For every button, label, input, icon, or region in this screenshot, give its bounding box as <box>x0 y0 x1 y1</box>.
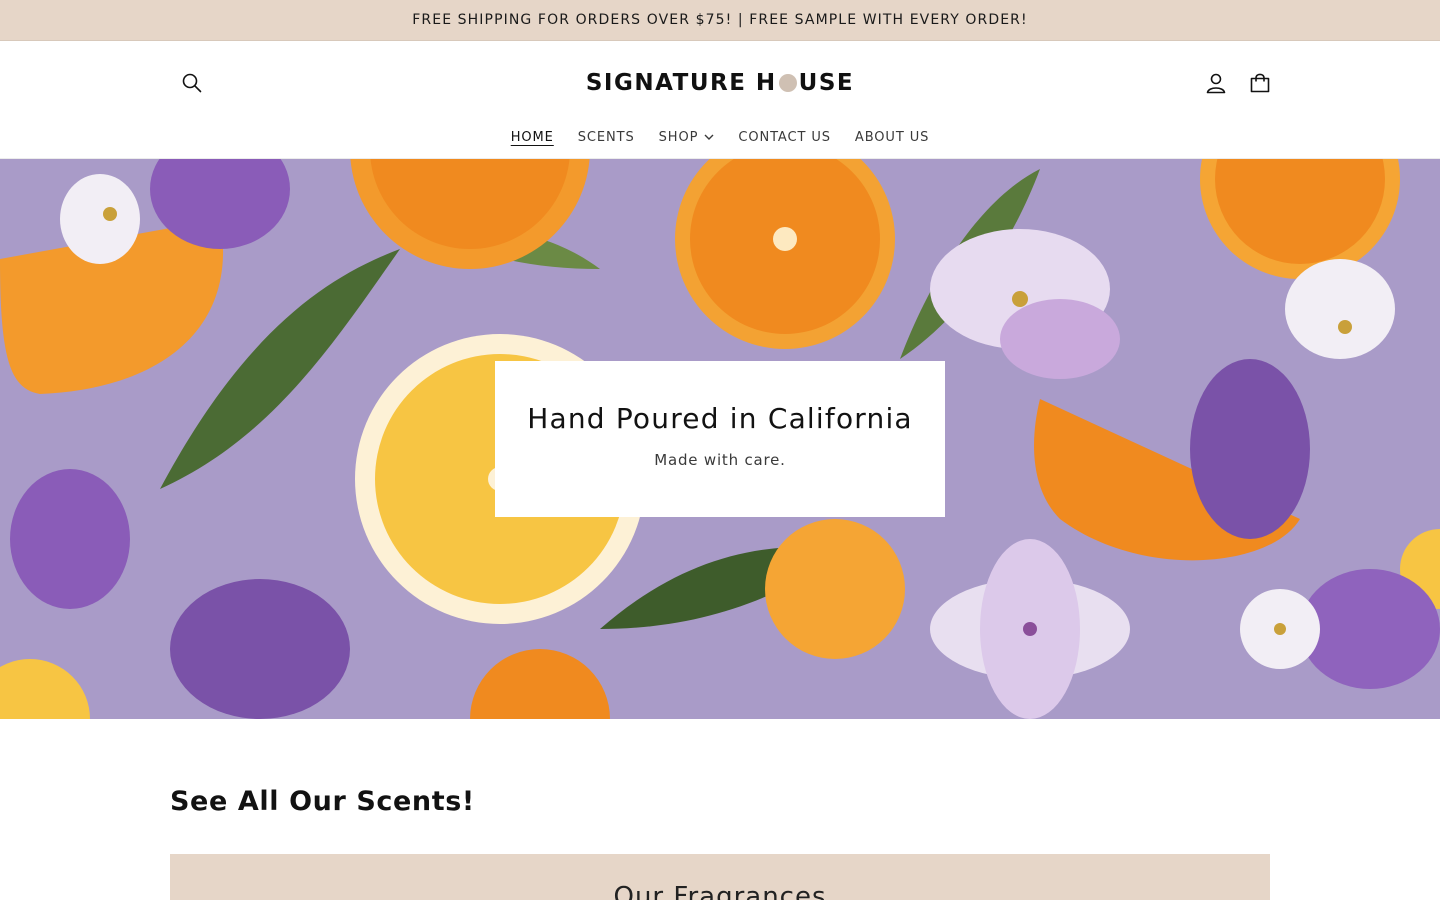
section-title: See All Our Scents! <box>170 786 475 817</box>
nav-item-label: HOME <box>510 129 554 145</box>
nav-item-scents[interactable]: SCENTS <box>566 124 647 150</box>
site-logo[interactable]: SIGNATURE H USE <box>580 66 860 100</box>
search-button[interactable] <box>172 63 212 103</box>
nav-item-shop[interactable]: SHOP <box>647 124 727 150</box>
announcement-bar: FREE SHIPPING FOR ORDERS OVER $75! | FRE… <box>0 0 1440 41</box>
site-header: SIGNATURE H USE HOME SCENTS SHOP CONTACT … <box>0 41 1440 159</box>
main-nav: HOME SCENTS SHOP CONTACT US ABOUT US <box>0 124 1440 150</box>
chevron-down-icon <box>704 134 714 140</box>
nav-item-contact-us[interactable]: CONTACT US <box>726 124 843 150</box>
cart-button[interactable] <box>1240 63 1280 103</box>
fragrances-banner: Our Fragrances <box>170 854 1270 900</box>
nav-item-label: SCENTS <box>577 129 635 145</box>
fragrances-title: Our Fragrances <box>613 882 827 900</box>
announcement-text: FREE SHIPPING FOR ORDERS OVER $75! | FRE… <box>412 12 1028 28</box>
cart-icon <box>1250 73 1270 93</box>
hero-subtitle: Made with care. <box>654 450 786 469</box>
account-button[interactable] <box>1196 63 1236 103</box>
nav-item-about-us[interactable]: ABOUT US <box>843 124 941 150</box>
nav-item-label: ABOUT US <box>854 129 930 145</box>
logo-text-left: SIGNATURE H <box>585 70 777 96</box>
account-icon <box>1206 73 1226 94</box>
logo-dot <box>778 74 797 92</box>
hero-title: Hand Poured in California <box>527 401 913 435</box>
nav-item-home[interactable]: HOME <box>499 124 566 150</box>
logo-text-right: USE <box>798 70 855 96</box>
hero-text-box: Hand Poured in California Made with care… <box>495 361 945 517</box>
nav-item-label: SHOP <box>658 129 699 145</box>
search-icon <box>182 73 202 93</box>
nav-item-label: CONTACT US <box>738 129 831 145</box>
hero-banner: Hand Poured in California Made with care… <box>0 159 1440 719</box>
